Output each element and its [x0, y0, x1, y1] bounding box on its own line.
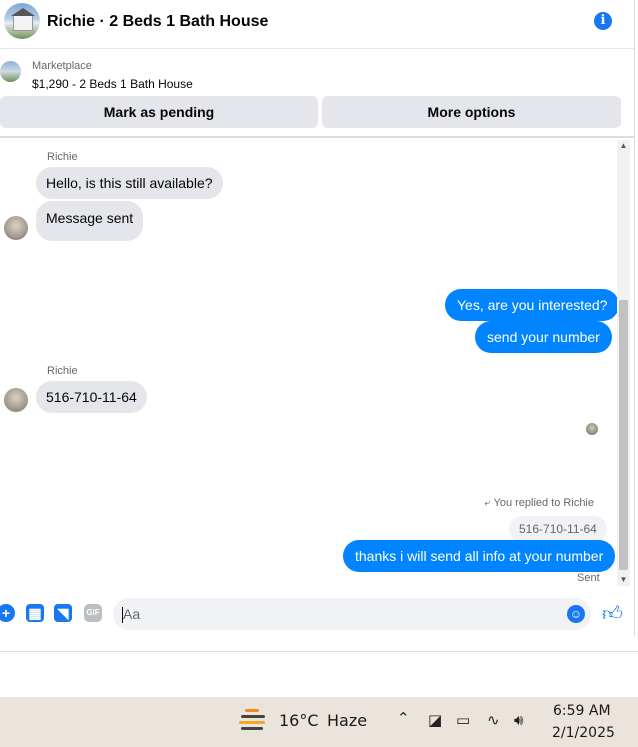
sender-name: Richie: [47, 151, 78, 163]
meet-icon[interactable]: ◪: [428, 711, 442, 729]
weather-condition[interactable]: Haze: [327, 711, 367, 730]
image-icon[interactable]: ▦: [26, 604, 44, 622]
listing-price-title: $1,290 - 2 Beds 1 Bath House: [32, 77, 193, 91]
message-incoming[interactable]: Message sent: [36, 201, 144, 241]
richie-avatar[interactable]: [4, 216, 28, 240]
divider: [0, 651, 638, 652]
listing-avatar[interactable]: [4, 3, 40, 39]
plus-icon[interactable]: +: [0, 604, 15, 622]
scroll-down-arrow-icon[interactable]: ▼: [617, 574, 630, 586]
sender-name: Richie: [47, 365, 78, 377]
haze-weather-icon[interactable]: [239, 707, 267, 733]
house-icon: [11, 8, 35, 31]
temperature[interactable]: 16°C: [279, 711, 319, 730]
gif-icon[interactable]: GIF: [84, 604, 102, 622]
marketplace-label: Marketplace: [32, 60, 92, 72]
message-outgoing[interactable]: thanks i will send all info at your numb…: [343, 540, 616, 572]
composer: + ▦ ◥ GIF Aa ☺ 👍︎: [0, 596, 634, 636]
reply-label: You replied to Richie: [493, 497, 595, 509]
message-outgoing[interactable]: send your number: [475, 321, 612, 353]
chat-header: Richie · 2 Beds 1 Bath House i: [0, 0, 634, 49]
chevron-up-icon[interactable]: ⌃: [397, 709, 410, 727]
more-options-button[interactable]: More options: [322, 96, 621, 128]
like-icon[interactable]: 👍︎: [602, 602, 623, 626]
clock-date[interactable]: 2/1/2025: [552, 725, 615, 741]
wifi-icon[interactable]: ∿: [487, 711, 500, 729]
conversation: Richie Hello, is this still available? M…: [0, 140, 620, 592]
mark-as-pending-button[interactable]: Mark as pending: [0, 96, 318, 128]
message-incoming[interactable]: 516-710-11-64: [36, 381, 147, 413]
seen-avatar: [586, 423, 598, 435]
message-status: Sent: [577, 572, 600, 584]
scroll-up-arrow-icon[interactable]: ▲: [617, 140, 630, 152]
clock-time[interactable]: 6:59 AM: [553, 703, 611, 719]
taskbar: 16°C Haze ⌃ ◪ ▭ ∿ 🔊︎ 6:59 AM 2/1/2025: [0, 697, 638, 747]
message-incoming[interactable]: Hello, is this still available?: [36, 167, 223, 199]
divider: [0, 136, 634, 138]
reply-arrow-icon: ⤶: [484, 497, 491, 509]
scrollbar[interactable]: ▲ ▼: [617, 140, 630, 586]
info-icon[interactable]: i: [594, 12, 612, 30]
message-input[interactable]: Aa: [113, 598, 591, 630]
battery-icon[interactable]: ▭: [456, 711, 470, 729]
richie-avatar[interactable]: [4, 388, 28, 412]
message-outgoing[interactable]: Yes, are you interested?: [445, 289, 620, 321]
quoted-message[interactable]: 516-710-11-64: [509, 516, 607, 542]
marketplace-listing[interactable]: Marketplace $1,290 - 2 Beds 1 Bath House: [0, 56, 634, 94]
chat-title[interactable]: Richie · 2 Beds 1 Bath House: [47, 13, 268, 31]
listing-thumbnail: [0, 61, 21, 82]
volume-icon[interactable]: 🔊︎: [514, 711, 523, 729]
message-input-placeholder: Aa: [123, 606, 141, 622]
chat-window: Richie · 2 Beds 1 Bath House i Marketpla…: [0, 0, 635, 636]
emoji-icon[interactable]: ☺: [567, 605, 585, 623]
scroll-thumb[interactable]: [619, 300, 628, 570]
sticker-icon[interactable]: ◥: [54, 604, 72, 622]
reply-indicator: ⤶ You replied to Richie: [484, 497, 594, 510]
